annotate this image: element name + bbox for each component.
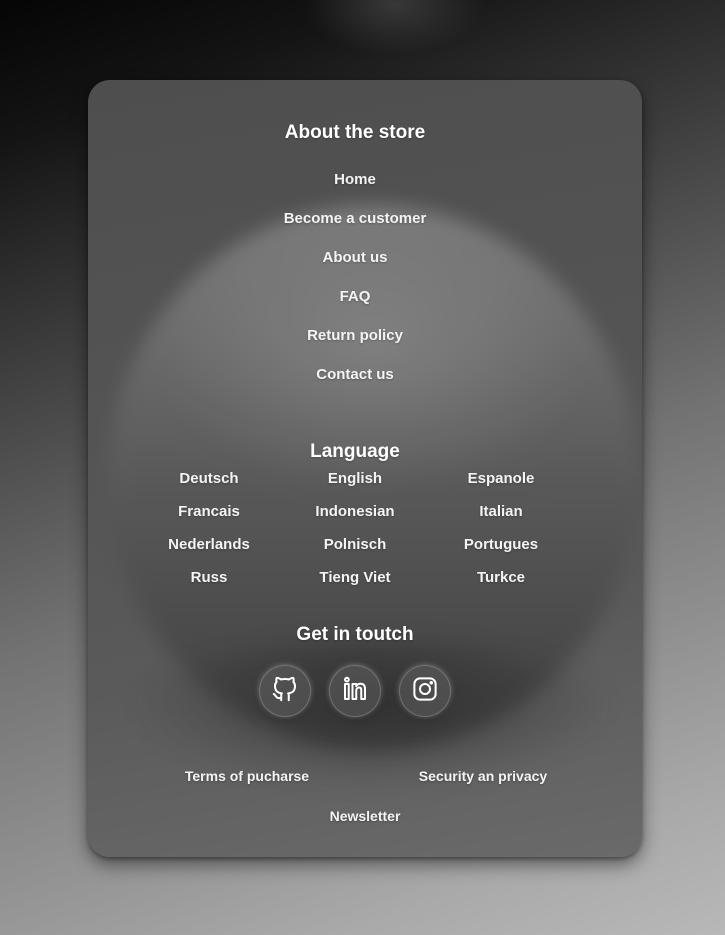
language-option[interactable]: Turkce — [426, 569, 576, 586]
terms-link[interactable]: Terms of pucharse — [164, 768, 330, 784]
nav-link-contact-us[interactable]: Contact us — [88, 366, 622, 383]
linkedin-icon — [340, 674, 370, 709]
github-icon — [270, 674, 300, 709]
language-option[interactable]: Nederlands — [134, 536, 284, 553]
security-privacy-link[interactable]: Security an privacy — [398, 768, 568, 784]
instagram-icon — [410, 674, 440, 709]
language-option[interactable]: Portugues — [426, 536, 576, 553]
linkedin-button[interactable] — [329, 665, 381, 717]
language-option[interactable]: Russ — [134, 569, 284, 586]
about-heading: About the store — [284, 122, 426, 143]
language-option[interactable]: Polnisch — [280, 536, 430, 553]
language-option[interactable]: Tieng Viet — [280, 569, 430, 586]
language-option[interactable]: Italian — [426, 503, 576, 520]
language-option[interactable]: Espanole — [426, 470, 576, 487]
instagram-button[interactable] — [399, 665, 451, 717]
contact-heading: Get in toutch — [296, 624, 414, 645]
language-option[interactable]: English — [280, 470, 430, 487]
nav-link-faq[interactable]: FAQ — [88, 288, 622, 305]
nav-link-home[interactable]: Home — [88, 171, 622, 188]
nav-link-about-us[interactable]: About us — [88, 249, 622, 266]
language-option[interactable]: Deutsch — [134, 470, 284, 487]
footer-content: About the store Home Become a customer A… — [88, 80, 642, 857]
language-option[interactable]: Francais — [134, 503, 284, 520]
footer-card: About the store Home Become a customer A… — [88, 80, 642, 857]
nav-link-become-customer[interactable]: Become a customer — [88, 210, 622, 227]
language-heading: Language — [310, 441, 400, 462]
github-button[interactable] — [259, 665, 311, 717]
nav-link-return-policy[interactable]: Return policy — [88, 327, 622, 344]
newsletter-link[interactable]: Newsletter — [288, 808, 442, 824]
language-option[interactable]: Indonesian — [280, 503, 430, 520]
